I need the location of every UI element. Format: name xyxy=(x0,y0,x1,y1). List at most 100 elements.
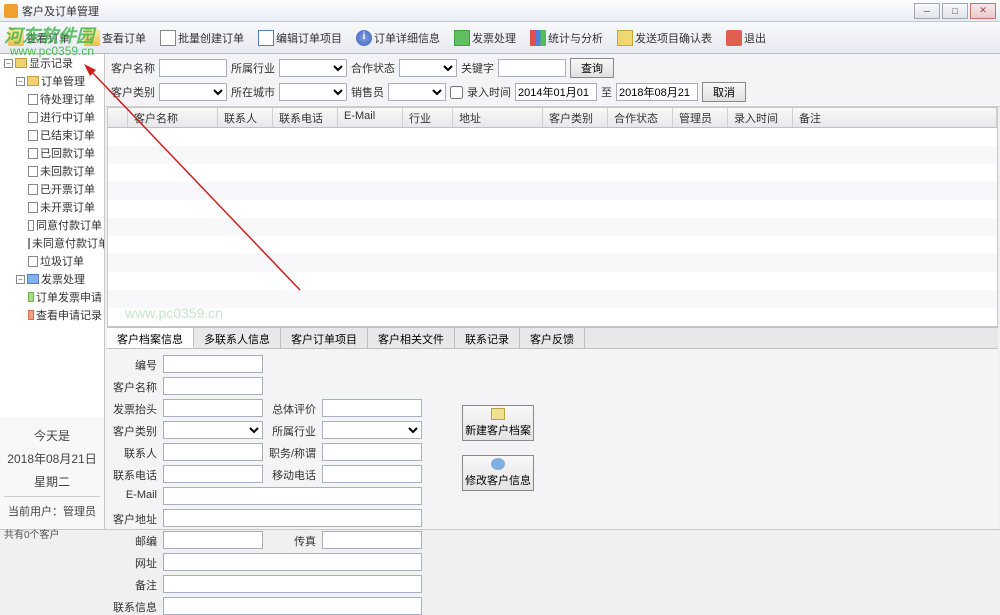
grid-col-admin[interactable]: 管理员 xyxy=(673,108,728,127)
tree-node-disagreepay[interactable]: 未同意付款订单 xyxy=(0,234,104,252)
input-customer-name[interactable] xyxy=(159,59,227,77)
tree-node-pending[interactable]: 待处理订单 xyxy=(0,90,104,108)
grid-col-contact[interactable]: 联系人 xyxy=(218,108,273,127)
grid-col-phone[interactable]: 联系电话 xyxy=(273,108,338,127)
input-zip[interactable] xyxy=(163,531,263,549)
input-keyword[interactable] xyxy=(498,59,566,77)
select-category[interactable] xyxy=(159,83,227,101)
select-sales[interactable] xyxy=(388,83,446,101)
select-f-industry[interactable] xyxy=(322,421,422,439)
input-fax[interactable] xyxy=(322,531,422,549)
tab-contact-log[interactable]: 联系记录 xyxy=(455,328,520,348)
doc-icon xyxy=(28,130,38,141)
input-address[interactable] xyxy=(163,509,422,527)
edit-customer-button[interactable]: 修改客户信息 xyxy=(462,455,534,491)
toolbar-exit[interactable]: 退出 xyxy=(722,28,770,48)
doc-icon xyxy=(28,94,38,105)
grid-col-email[interactable]: E-Mail xyxy=(338,108,403,127)
search-button[interactable]: 查询 xyxy=(570,58,614,78)
tree-node-invoice-apply[interactable]: 订单发票申请 xyxy=(0,288,104,306)
info-icon xyxy=(356,30,372,46)
toolbar-view-order-2[interactable]: 查看订单 xyxy=(80,28,150,48)
tree-node-trash[interactable]: 垃圾订单 xyxy=(0,252,104,270)
collapse-icon[interactable]: − xyxy=(4,59,13,68)
doc-icon xyxy=(28,238,30,249)
tree-node-unpaid[interactable]: 未回款订单 xyxy=(0,162,104,180)
input-contact[interactable] xyxy=(163,443,263,461)
select-industry[interactable] xyxy=(279,59,347,77)
collapse-icon[interactable]: − xyxy=(16,77,25,86)
tab-feedback[interactable]: 客户反馈 xyxy=(520,328,585,348)
maximize-button[interactable]: □ xyxy=(942,3,968,19)
tab-contacts[interactable]: 多联系人信息 xyxy=(194,328,281,348)
input-overall[interactable] xyxy=(322,399,422,417)
label-phone: 联系电话 xyxy=(113,465,157,483)
toolbar-invoice[interactable]: 发票处理 xyxy=(450,28,520,48)
grid-body xyxy=(108,128,997,327)
doc-icon xyxy=(28,202,38,213)
select-f-category[interactable] xyxy=(163,421,263,439)
toolbar-batch-create[interactable]: 批量创建订单 xyxy=(156,28,248,48)
doc-icon xyxy=(28,148,38,159)
tree-node-finished[interactable]: 已结束订单 xyxy=(0,126,104,144)
new-customer-button[interactable]: 新建客户档案 xyxy=(462,405,534,441)
label-sales: 销售员 xyxy=(351,84,384,100)
cancel-button[interactable]: 取消 xyxy=(702,82,746,102)
doc-icon xyxy=(28,256,38,267)
document-icon xyxy=(258,30,274,46)
input-note[interactable] xyxy=(163,575,422,593)
input-contact-info[interactable] xyxy=(163,597,422,615)
toolbar-stats[interactable]: 统计与分析 xyxy=(526,28,607,48)
input-invoice-title[interactable] xyxy=(163,399,263,417)
folder-icon xyxy=(27,76,39,86)
checkbox-date[interactable] xyxy=(450,86,463,99)
grid-col-note[interactable]: 备注 xyxy=(793,108,997,127)
input-mobile[interactable] xyxy=(322,465,422,483)
select-partner[interactable] xyxy=(399,59,457,77)
data-grid[interactable]: 客户名称 联系人 联系电话 E-Mail 行业 地址 客户类别 合作状态 管理员… xyxy=(107,107,998,327)
toolbar-view-order[interactable]: 查看订单 xyxy=(4,28,74,48)
input-website[interactable] xyxy=(163,553,422,571)
grid-col-partner[interactable]: 合作状态 xyxy=(608,108,673,127)
select-city[interactable] xyxy=(279,83,347,101)
tab-files[interactable]: 客户相关文件 xyxy=(368,328,455,348)
input-no[interactable] xyxy=(163,355,263,373)
toolbar: 查看订单 查看订单 批量创建订单 编辑订单项目 订单详细信息 发票处理 统计与分… xyxy=(0,22,1000,54)
grid-col-address[interactable]: 地址 xyxy=(453,108,543,127)
input-email[interactable] xyxy=(163,487,422,505)
current-user: 当前用户：管理员 xyxy=(4,496,100,519)
tree-root[interactable]: −显示记录 xyxy=(0,54,104,72)
toolbar-edit-items[interactable]: 编辑订单项目 xyxy=(254,28,346,48)
tree-node-paid[interactable]: 已回款订单 xyxy=(0,144,104,162)
new-icon xyxy=(491,408,505,420)
input-date-from[interactable] xyxy=(515,83,597,101)
input-date-to[interactable] xyxy=(616,83,698,101)
grid-col-category[interactable]: 客户类别 xyxy=(543,108,608,127)
label-category: 客户类别 xyxy=(113,421,157,439)
tree-node-agreepay[interactable]: 同意付款订单 xyxy=(0,216,104,234)
toolbar-send-confirm[interactable]: 发送项目确认表 xyxy=(613,28,716,48)
folder-icon xyxy=(84,30,100,46)
grid-col-name[interactable]: 客户名称 xyxy=(128,108,218,127)
grid-col-industry[interactable]: 行业 xyxy=(403,108,453,127)
label-address: 客户地址 xyxy=(113,509,157,527)
tree-node-invoice-view[interactable]: 查看申请记录 xyxy=(0,306,104,324)
input-name[interactable] xyxy=(163,377,263,395)
grid-col-select[interactable] xyxy=(108,108,128,127)
tree-node-invoiced[interactable]: 已开票订单 xyxy=(0,180,104,198)
tree-invoice-group[interactable]: −发票处理 xyxy=(0,270,104,288)
folder-icon xyxy=(8,30,24,46)
tree-orders-group[interactable]: −订单管理 xyxy=(0,72,104,90)
tree-node-inprogress[interactable]: 进行中订单 xyxy=(0,108,104,126)
toolbar-order-detail[interactable]: 订单详细信息 xyxy=(352,28,444,48)
collapse-icon[interactable]: − xyxy=(16,275,25,284)
input-position[interactable] xyxy=(322,443,422,461)
grid-col-date[interactable]: 录入时间 xyxy=(728,108,793,127)
label-category: 客户类别 xyxy=(111,84,155,100)
input-phone[interactable] xyxy=(163,465,263,483)
close-button[interactable]: ✕ xyxy=(970,3,996,19)
minimize-button[interactable]: ─ xyxy=(914,3,940,19)
tab-order-items[interactable]: 客户订单项目 xyxy=(281,328,368,348)
tree-node-uninvoiced[interactable]: 未开票订单 xyxy=(0,198,104,216)
tab-profile[interactable]: 客户档案信息 xyxy=(107,328,194,348)
